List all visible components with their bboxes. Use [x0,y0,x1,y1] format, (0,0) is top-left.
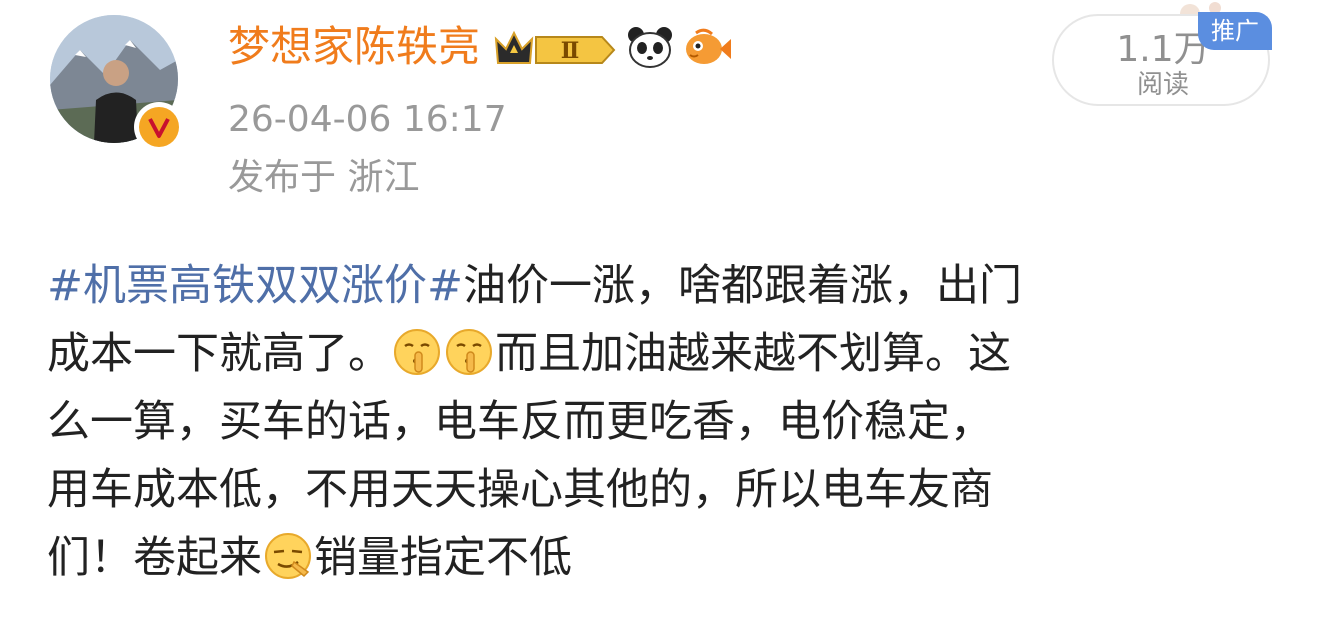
post-line-5: 们！卷起来 销量指定不低 [47,524,1277,592]
post-line-3: 么一算，买车的话，电车反而更吃香，电价稳定， [47,397,993,447]
post-location: 发布于 浙江 [228,157,420,198]
sly-emoji-icon [265,533,311,579]
post-timestamp: 26-04-06 16:17 [228,99,507,140]
shush-emoji-icon [446,329,492,375]
post-text: 而且加油越来越不划算。这 [495,329,1011,379]
post-text: 成本一下就高了。 [47,329,391,379]
post-line-1: #机票高铁双双涨价#油价一涨，啥都跟着涨，出门 [47,252,1277,320]
weibo-post-card: 梦想家陈轶亮 Ⅱ 26-04-06 16:17 发布于 浙江 1.1万 阅读 推… [0,0,1320,625]
crown-level-icon[interactable]: Ⅱ [492,25,618,69]
promote-tag[interactable]: 推广 [1198,12,1272,50]
post-text: 们！卷起来 [47,533,262,583]
verified-v-icon [148,118,170,138]
author-name[interactable]: 梦想家陈轶亮 [228,20,480,74]
post-line-2: 成本一下就高了。 而且加油越来越不划算。这 [47,320,1277,388]
post-line-4: 用车成本低，不用天天操心其他的，所以电车友商 [47,465,993,515]
svg-text:Ⅱ: Ⅱ [561,38,580,64]
views-label: 阅读 [1136,70,1189,100]
post-content: #机票高铁双双涨价#油价一涨，啥都跟着涨，出门 成本一下就高了。 而且加油越来越… [47,252,1277,592]
fish-icon[interactable] [682,25,732,69]
panda-icon[interactable] [626,25,674,69]
shush-emoji-icon [394,329,440,375]
post-text: 油价一涨，啥都跟着涨，出门 [463,261,1023,311]
hashtag-link[interactable]: #机票高铁双双涨价# [47,261,463,311]
verified-badge [134,102,184,152]
author-row: 梦想家陈轶亮 Ⅱ [228,20,732,74]
post-text: 销量指定不低 [314,533,572,583]
author-badges: Ⅱ [492,25,732,69]
